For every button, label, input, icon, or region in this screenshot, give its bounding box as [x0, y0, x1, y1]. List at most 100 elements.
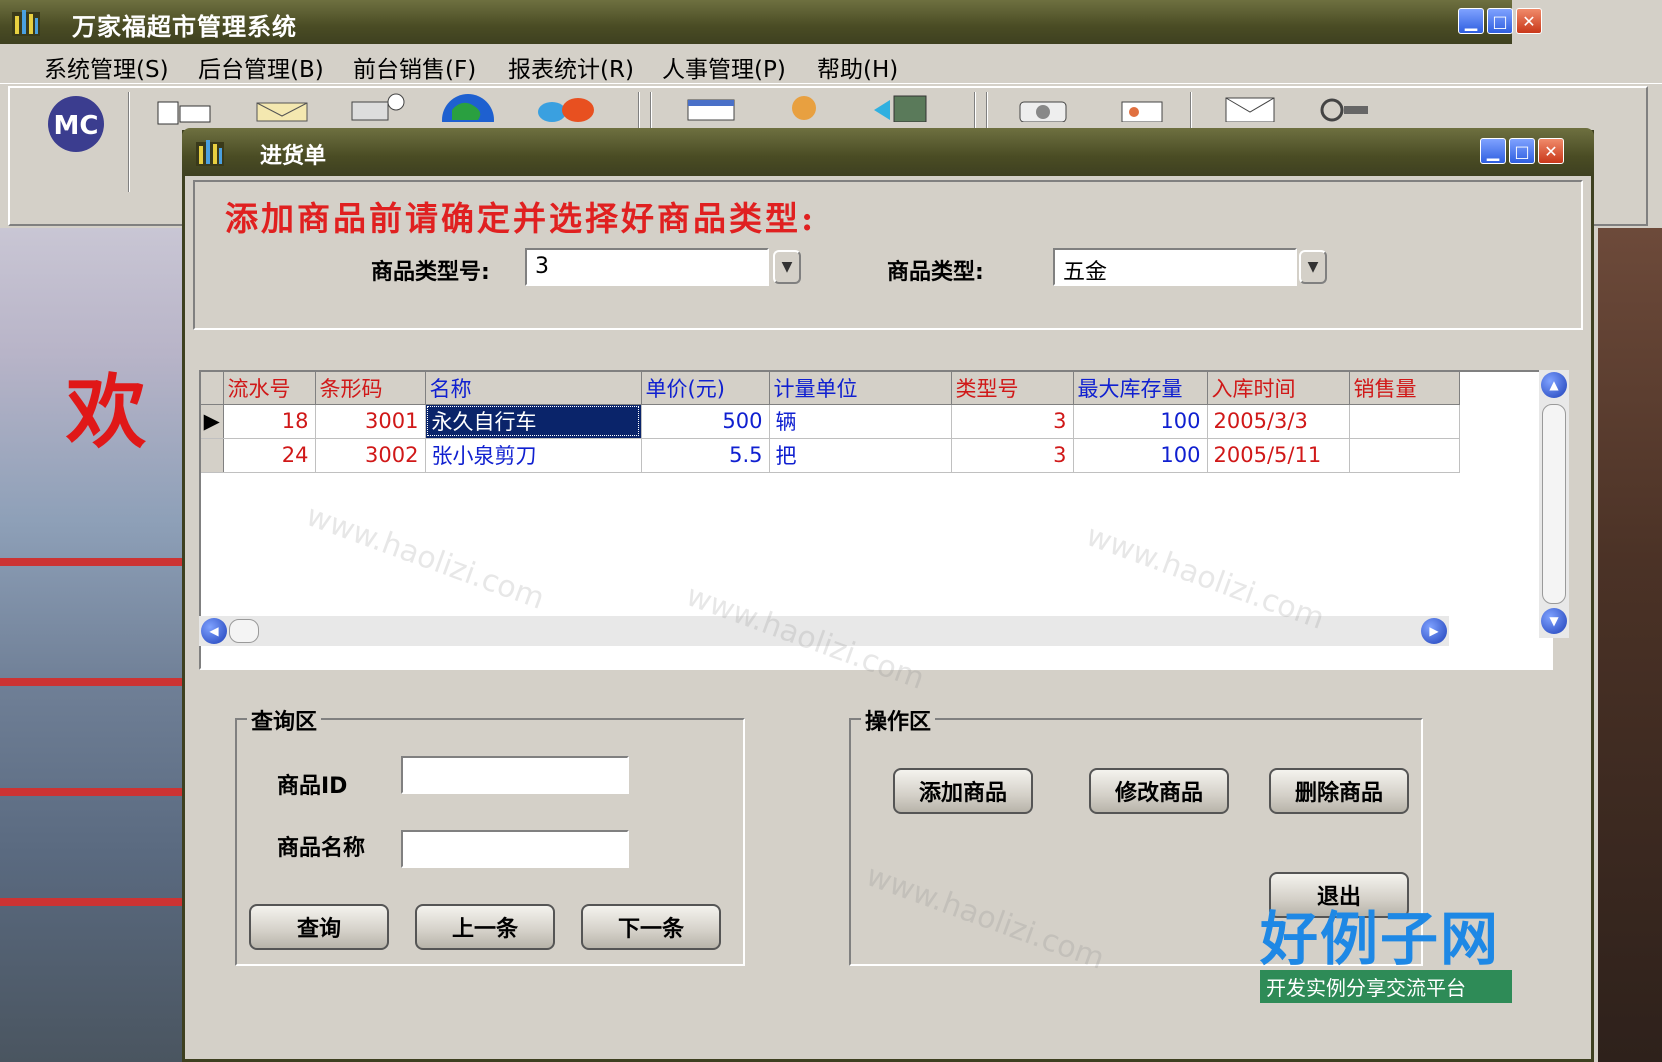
minimize-button[interactable]: ▁	[1458, 8, 1484, 34]
menu-backend[interactable]: 后台管理(B)	[198, 50, 324, 84]
col-header-unit[interactable]: 计量单位	[769, 372, 952, 405]
background-right-photo	[1598, 228, 1662, 1062]
cell-unit[interactable]: 辆	[769, 404, 952, 439]
cell-serial[interactable]: 18	[223, 404, 316, 439]
cell-sales[interactable]	[1349, 404, 1460, 439]
add-product-button[interactable]: 添加商品	[893, 768, 1033, 814]
type-combobox[interactable]: 五金	[1053, 248, 1297, 286]
exit-button[interactable]: 退出	[1269, 872, 1409, 918]
col-header-max-stock[interactable]: 最大库存量	[1073, 372, 1208, 405]
grid-horizontal-scrollbar[interactable]: ◀ ▶	[199, 616, 1449, 646]
close-button[interactable]: ✕	[1516, 8, 1542, 34]
operation-group: 操作区 添加商品 修改商品 删除商品 退出	[849, 704, 1423, 966]
type-label: 商品类型:	[887, 260, 984, 285]
contact-card-icon[interactable]	[1120, 98, 1164, 122]
menu-reports[interactable]: 报表统计(R)	[508, 50, 634, 84]
row-indicator-current-icon[interactable]: ▶	[201, 404, 224, 439]
menu-personnel[interactable]: 人事管理(P)	[662, 50, 786, 84]
table-row[interactable]: 24 3002 张小泉剪刀 5.5 把 3 100 2005/5/11	[201, 438, 1460, 473]
type-no-combobox[interactable]: 3	[525, 248, 769, 286]
cell-type-no[interactable]: 3	[951, 438, 1074, 473]
col-header-price[interactable]: 单价(元)	[641, 372, 770, 405]
search-button[interactable]: 查询	[249, 904, 389, 950]
type-selection-panel: 添加商品前请确定并选择好商品类型: 商品类型号: 3 ▼ 商品类型: 五金 ▼	[193, 180, 1583, 330]
keyboard-icon[interactable]	[156, 96, 212, 126]
cell-sales[interactable]	[1349, 438, 1460, 473]
user-icon[interactable]	[784, 94, 824, 122]
warning-message: 添加商品前请确定并选择好商品类型:	[225, 199, 817, 238]
grid-corner	[201, 372, 224, 405]
cell-stock-in-date[interactable]: 2005/5/11	[1207, 438, 1350, 473]
cell-max-stock[interactable]: 100	[1073, 404, 1208, 439]
type-no-dropdown-button[interactable]: ▼	[773, 250, 801, 284]
query-group: 查询区 商品ID 商品名称 查询 上一条 下一条	[235, 704, 745, 966]
menu-front-sales[interactable]: 前台销售(F)	[353, 50, 476, 84]
calendar-icon[interactable]	[686, 98, 736, 122]
next-record-button[interactable]: 下一条	[581, 904, 721, 950]
scroll-right-icon[interactable]: ▶	[1421, 618, 1447, 644]
globe-icon[interactable]	[440, 92, 496, 122]
col-header-barcode[interactable]: 条形码	[315, 372, 426, 405]
phone-icon[interactable]	[348, 92, 408, 122]
cell-serial[interactable]: 24	[223, 438, 316, 473]
butterfly-icon[interactable]	[536, 96, 596, 122]
cell-barcode[interactable]: 3001	[315, 404, 426, 439]
col-header-type-no[interactable]: 类型号	[951, 372, 1074, 405]
menu-help[interactable]: 帮助(H)	[817, 50, 898, 84]
scroll-down-icon[interactable]: ▼	[1541, 608, 1567, 634]
grid-header-row: 流水号 条形码 名称 单价(元) 计量单位 类型号 最大库存量 入库时间 销售量	[201, 372, 1460, 405]
menu-system[interactable]: 系统管理(S)	[44, 50, 169, 84]
type-dropdown-button[interactable]: ▼	[1299, 250, 1327, 284]
col-header-name[interactable]: 名称	[425, 372, 642, 405]
grid-vertical-scrollbar[interactable]: ▲ ▼	[1539, 370, 1569, 638]
mc-logo-text: MC	[54, 111, 99, 141]
cell-stock-in-date[interactable]: 2005/3/3	[1207, 404, 1350, 439]
operation-group-title: 操作区	[861, 704, 936, 736]
maximize-button[interactable]: □	[1487, 8, 1513, 34]
delete-product-button[interactable]: 删除商品	[1269, 768, 1409, 814]
mail-icon[interactable]	[256, 102, 308, 122]
child-maximize-button[interactable]: □	[1509, 138, 1535, 164]
purchase-order-window: 添加商品前请确定并选择好商品类型: 商品类型号: 3 ▼ 商品类型: 五金 ▼ …	[182, 130, 1594, 1062]
cell-unit[interactable]: 把	[769, 438, 952, 473]
cell-max-stock[interactable]: 100	[1073, 438, 1208, 473]
cell-price[interactable]: 5.5	[641, 438, 770, 473]
purchase-order-title: 进货单	[260, 144, 327, 169]
cell-name[interactable]: 张小泉剪刀	[425, 438, 642, 473]
type-no-label: 商品类型号:	[371, 260, 490, 285]
col-header-stock-in-date[interactable]: 入库时间	[1207, 372, 1350, 405]
child-minimize-button[interactable]: ▁	[1480, 138, 1506, 164]
product-id-label: 商品ID	[277, 774, 348, 799]
camera-icon[interactable]	[1016, 94, 1072, 122]
col-header-serial[interactable]: 流水号	[223, 372, 316, 405]
horizontal-scroll-thumb[interactable]	[229, 619, 259, 643]
row-indicator[interactable]	[201, 438, 224, 473]
cell-type-no[interactable]: 3	[951, 404, 1074, 439]
table-row[interactable]: ▶ 18 3001 永久自行车 500 辆 3 100 2005/3/3	[201, 404, 1460, 439]
edit-product-button[interactable]: 修改商品	[1089, 768, 1229, 814]
cell-name-selected[interactable]: 永久自行车	[425, 404, 642, 439]
cell-barcode[interactable]: 3002	[315, 438, 426, 473]
cell-price[interactable]: 500	[641, 404, 770, 439]
chevron-down-icon: ▼	[1307, 259, 1319, 275]
vertical-scroll-thumb[interactable]	[1542, 404, 1566, 604]
col-header-sales[interactable]: 销售量	[1349, 372, 1460, 405]
mc-logo-icon[interactable]: MC	[46, 94, 106, 154]
query-group-title: 查询区	[247, 704, 322, 736]
door-exit-icon[interactable]	[870, 92, 930, 122]
product-name-input[interactable]	[401, 830, 629, 868]
main-titlebar: 万家福超市管理系统	[0, 0, 1662, 44]
product-table: 流水号 条形码 名称 单价(元) 计量单位 类型号 最大库存量 入库时间 销售量…	[201, 372, 1460, 473]
settings-tools-icon[interactable]	[1310, 94, 1370, 122]
app-building-icon	[196, 140, 224, 166]
purchase-order-titlebar: 进货单	[182, 128, 1594, 176]
app-building-icon	[12, 10, 40, 36]
main-window-title: 万家福超市管理系统	[72, 13, 297, 41]
background-supermarket-photo: 欢	[0, 228, 190, 1062]
previous-record-button[interactable]: 上一条	[415, 904, 555, 950]
product-id-input[interactable]	[401, 756, 629, 794]
child-close-button[interactable]: ✕	[1538, 138, 1564, 164]
envelope-icon[interactable]	[1224, 94, 1276, 122]
scroll-left-icon[interactable]: ◀	[201, 618, 227, 644]
scroll-up-icon[interactable]: ▲	[1541, 372, 1567, 398]
